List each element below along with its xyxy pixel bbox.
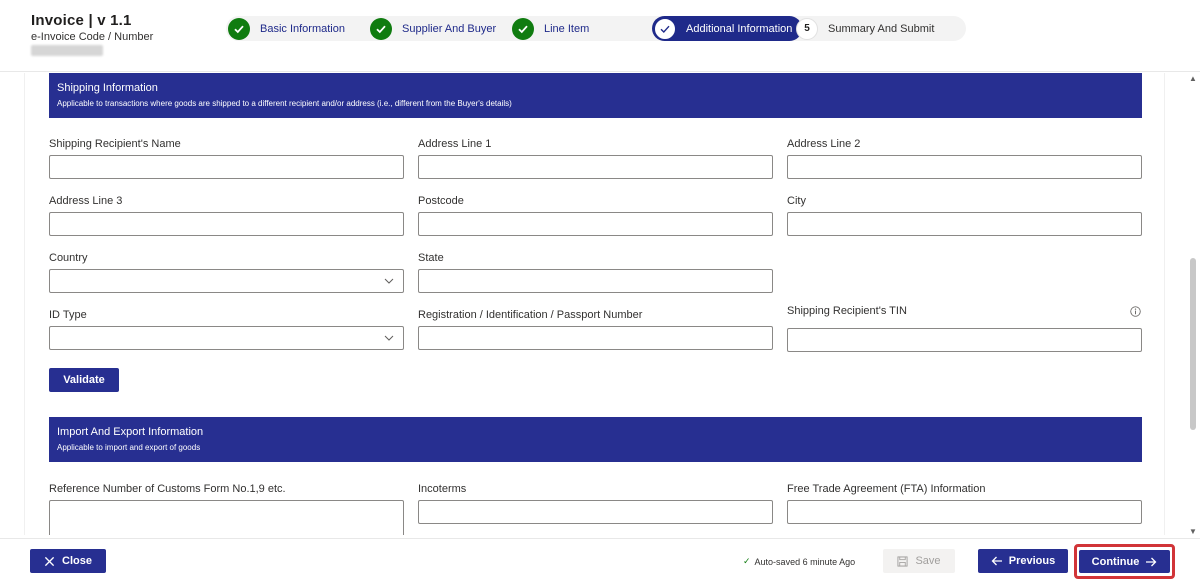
check-circle-icon [370,17,392,40]
step-line-item[interactable]: Line Item [512,16,589,41]
page-footer: Close ✓ Auto-saved 6 minute Ago Save Pre… [0,538,1200,584]
scrollbar-thumb[interactable] [1190,258,1196,430]
recipient-tin-label: Shipping Recipient's TIN [787,305,907,317]
close-icon [44,556,55,566]
vertical-scrollbar[interactable]: ▲ ▼ [1186,72,1200,538]
previous-button[interactable]: Previous [978,549,1068,573]
page-header: Invoice | v 1.1 e-Invoice Code / Number … [0,0,1200,72]
recipient-name-label: Shipping Recipient's Name [49,138,181,150]
step-additional-information[interactable]: Additional Information [652,16,803,41]
step-label: Summary And Submit [828,22,935,35]
postcode-label: Postcode [418,195,464,207]
info-icon[interactable] [1130,306,1141,317]
section-description: Applicable to import and export of goods [57,443,201,452]
recipient-tin-input[interactable] [787,328,1142,352]
continue-button-label: Continue [1091,555,1140,568]
step-summary-and-submit[interactable]: 5 Summary And Submit [796,16,934,41]
save-icon [897,555,908,567]
autosave-status: ✓ Auto-saved 6 minute Ago [743,556,855,567]
step-label: Supplier And Buyer [402,22,497,35]
chevron-down-icon [384,278,394,284]
country-select[interactable] [49,269,404,293]
arrow-right-icon [1146,557,1157,566]
address-line-1-input[interactable] [418,155,773,179]
previous-button-label: Previous [1008,555,1056,567]
close-button[interactable]: Close [30,549,106,573]
check-circle-icon [512,17,534,40]
step-number: 5 [796,17,818,40]
step-supplier-and-buyer[interactable]: Supplier And Buyer [370,16,496,41]
step-label: Basic Information [260,22,345,35]
id-type-select[interactable] [49,326,404,350]
address-line-3-label: Address Line 3 [49,195,123,207]
section-title: Import And Export Information [57,426,204,438]
autosave-text: Auto-saved 6 minute Ago [754,556,856,567]
save-button[interactable]: Save [883,549,955,573]
scroll-down-arrow-icon[interactable]: ▼ [1189,527,1197,536]
address-line-2-input[interactable] [787,155,1142,179]
registration-number-label: Registration / Identification / Passport… [418,309,643,321]
save-button-label: Save [915,555,941,567]
page-title: Invoice | v 1.1 [31,12,132,29]
continue-button-highlight: Continue [1074,544,1175,579]
check-icon [654,17,676,40]
validate-button[interactable]: Validate [49,368,119,392]
city-label: City [787,195,806,207]
invoice-code-label: e-Invoice Code / Number [31,31,154,43]
step-label: Additional Information [686,22,793,35]
check-icon: ✓ [743,556,751,566]
section-title: Shipping Information [57,82,158,94]
form-content: Shipping Information Applicable to trans… [24,73,1165,535]
scroll-up-arrow-icon[interactable]: ▲ [1189,74,1197,83]
recipient-name-input[interactable] [49,155,404,179]
customs-reference-input[interactable] [49,500,404,535]
shipping-section-header: Shipping Information Applicable to trans… [49,73,1142,118]
chevron-down-icon [384,335,394,341]
invoice-number-redacted [31,45,103,56]
customs-reference-label: Reference Number of Customs Form No.1,9 … [49,483,286,495]
fta-information-input[interactable] [787,500,1142,524]
check-circle-icon [228,17,250,40]
postcode-input[interactable] [418,212,773,236]
country-label: Country [49,252,88,264]
address-line-2-label: Address Line 2 [787,138,861,150]
id-type-label: ID Type [49,309,87,321]
progress-stepper: Basic Information Supplier And Buyer Lin… [226,16,966,41]
arrow-left-icon [991,556,1002,566]
close-button-label: Close [62,555,92,567]
state-input[interactable] [418,269,773,293]
fta-information-label: Free Trade Agreement (FTA) Information [787,483,986,495]
incoterms-label: Incoterms [418,483,467,495]
registration-number-input[interactable] [418,326,773,350]
continue-button[interactable]: Continue [1079,550,1170,573]
address-line-1-label: Address Line 1 [418,138,492,150]
city-input[interactable] [787,212,1142,236]
address-line-3-input[interactable] [49,212,404,236]
incoterms-input[interactable] [418,500,773,524]
step-label: Line Item [544,22,590,35]
step-basic-information[interactable]: Basic Information [228,16,345,41]
state-label: State [418,252,444,264]
import-export-section-header: Import And Export Information Applicable… [49,417,1142,462]
section-description: Applicable to transactions where goods a… [57,99,512,108]
